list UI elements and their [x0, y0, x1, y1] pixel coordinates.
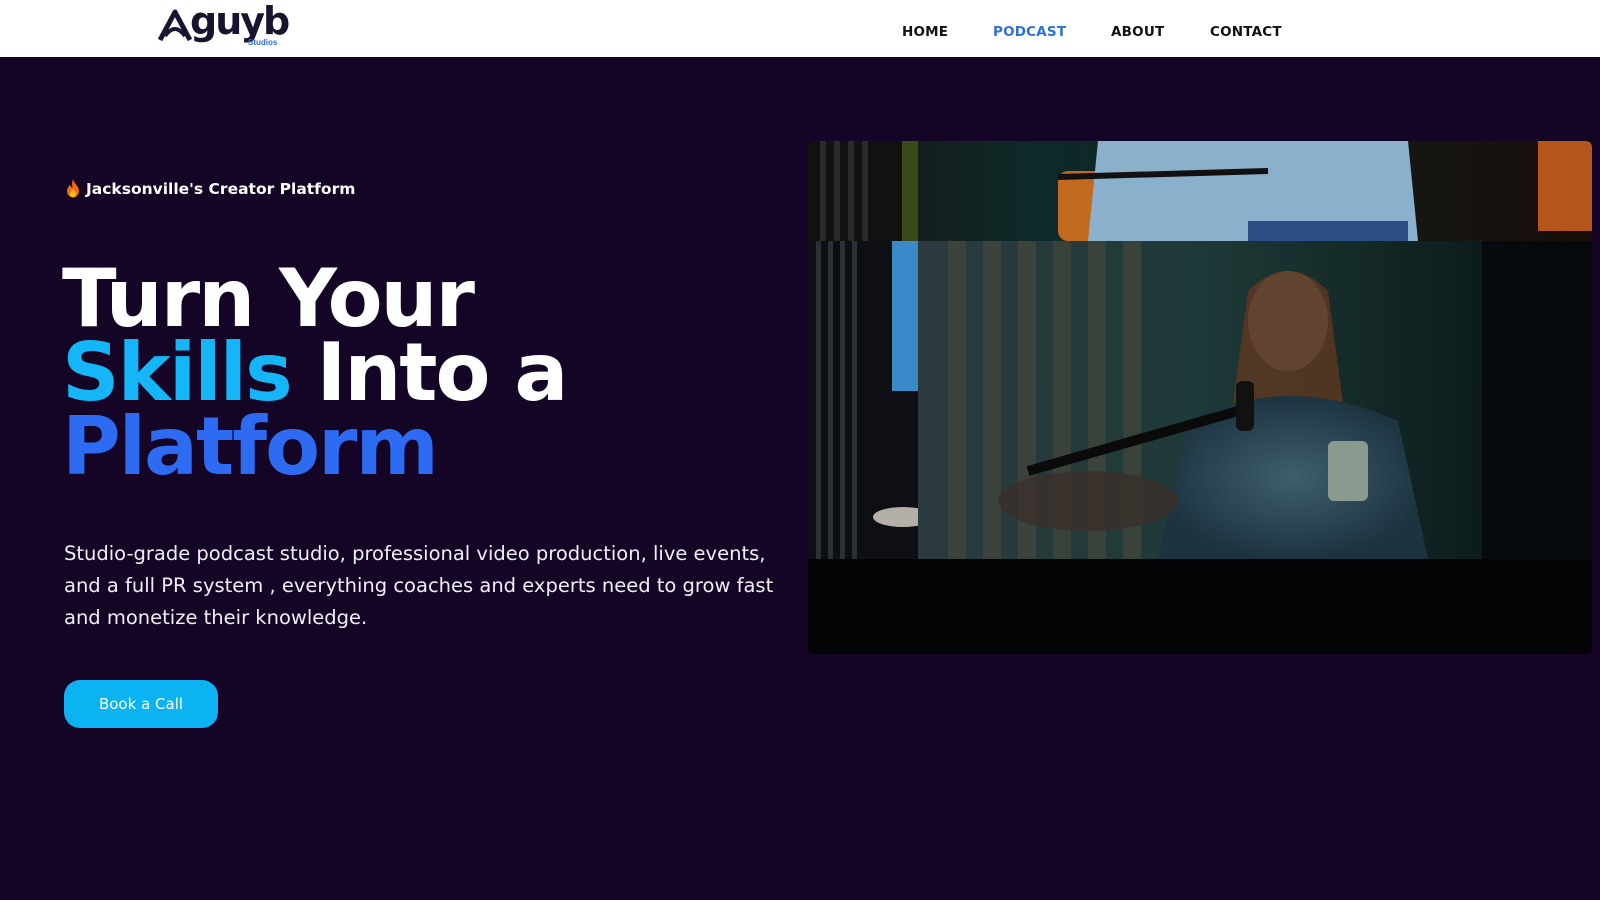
- fire-icon: [67, 179, 79, 198]
- site-header: guyb Studios HOME PODCAST ABOUT CONTACT: [0, 0, 1600, 57]
- podcast-studio-image: [808, 141, 1592, 654]
- headline-line-3: Platform: [62, 400, 439, 493]
- hero-description: Studio-grade podcast studio, professiona…: [64, 542, 774, 629]
- hero-headline: Turn Your Skills Into a Platform: [62, 252, 568, 493]
- headline-line-2: Skills Into a: [62, 333, 568, 413]
- hero-video[interactable]: [808, 141, 1592, 654]
- hero-eyebrow-text: Jacksonville's Creator Platform: [86, 180, 356, 198]
- hero-eyebrow: Jacksonville's Creator Platform: [64, 178, 355, 200]
- headline-line-1: Turn Your: [62, 252, 475, 345]
- nav-contact[interactable]: CONTACT: [1210, 24, 1282, 40]
- nav-home[interactable]: HOME: [902, 24, 948, 40]
- nav-podcast[interactable]: PODCAST: [993, 24, 1066, 40]
- book-a-call-button[interactable]: Book a Call: [64, 680, 218, 728]
- main-nav: HOME PODCAST ABOUT CONTACT: [0, 24, 1600, 44]
- nav-about[interactable]: ABOUT: [1111, 24, 1164, 40]
